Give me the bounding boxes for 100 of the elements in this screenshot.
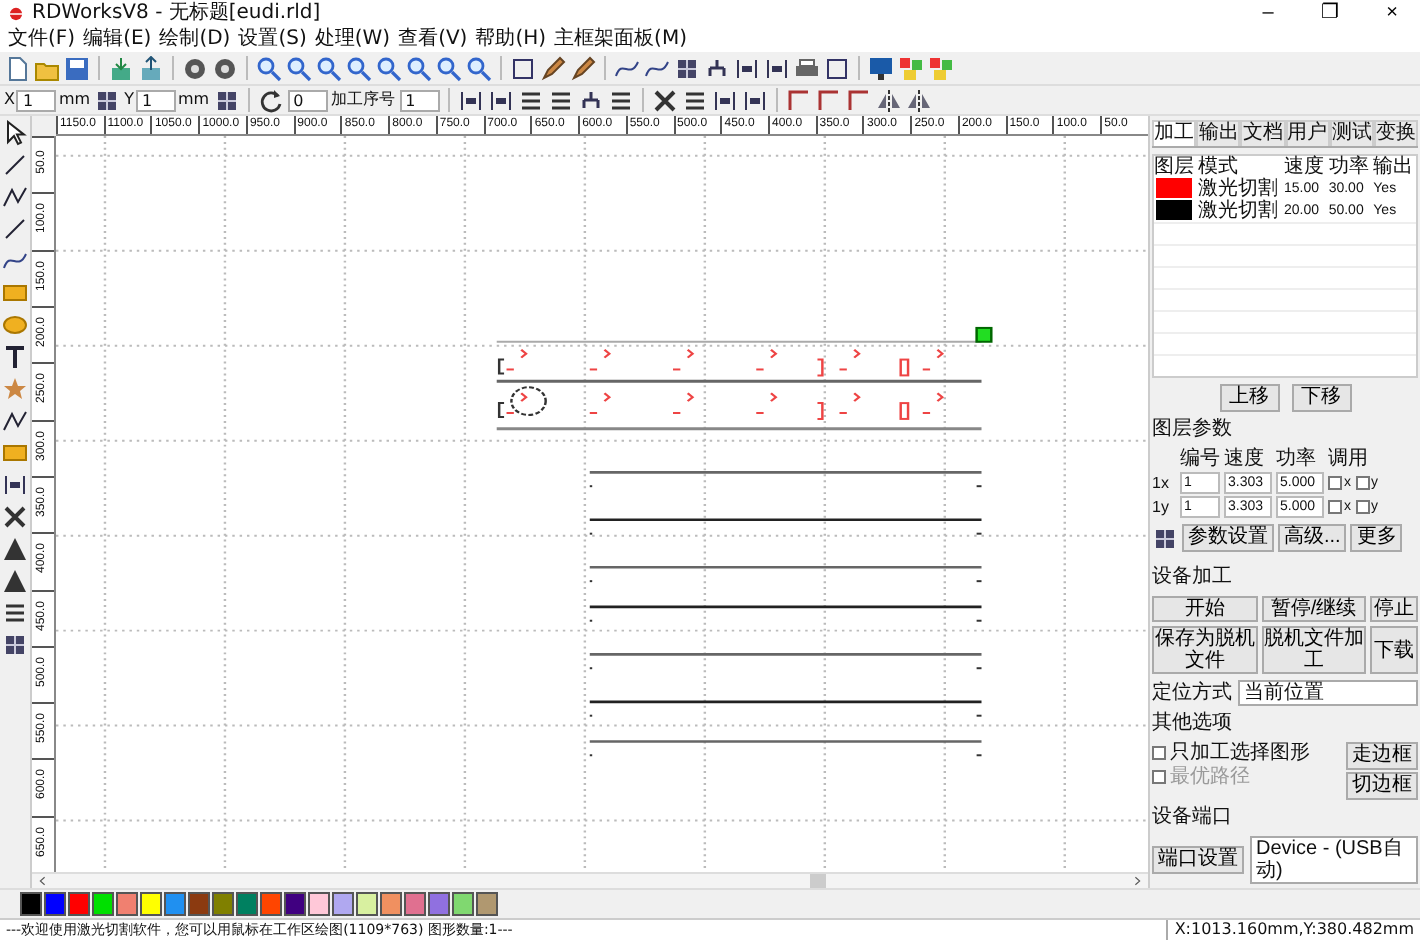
device-button[interactable]: 保存为脱机文件 — [1152, 626, 1257, 674]
align-icon[interactable] — [457, 87, 484, 113]
color-swatch[interactable] — [140, 892, 162, 916]
align-icon[interactable] — [711, 87, 738, 113]
disc-icon[interactable] — [212, 55, 238, 81]
color-swatch[interactable] — [428, 892, 450, 916]
color-swatch[interactable] — [20, 892, 42, 916]
export-icon[interactable] — [138, 55, 164, 81]
maximize-button[interactable]: ❐ — [1302, 1, 1358, 25]
color-swatch[interactable] — [332, 892, 354, 916]
frame-button[interactable]: 走边框 — [1346, 742, 1418, 770]
selection-handle[interactable] — [975, 326, 993, 343]
polyline-icon[interactable] — [2, 408, 28, 434]
color-swatch[interactable] — [356, 892, 378, 916]
panel-tab[interactable]: 测试 — [1329, 120, 1374, 146]
bars-icon[interactable] — [681, 87, 708, 113]
rectangle-icon[interactable] — [2, 280, 28, 306]
move-button[interactable]: 上移 — [1219, 384, 1279, 412]
mirror-icon[interactable] — [905, 87, 932, 113]
close-button[interactable]: × — [1364, 1, 1420, 25]
color-swatch[interactable] — [308, 892, 330, 916]
color-swatch[interactable] — [164, 892, 186, 916]
device-button[interactable]: 开始 — [1152, 596, 1257, 622]
checkbox[interactable] — [1355, 500, 1369, 514]
tree-icon[interactable] — [704, 55, 730, 81]
panel-button[interactable]: 更多 — [1350, 524, 1403, 552]
mirror-icon[interactable] — [875, 87, 902, 113]
input-field[interactable]: 1 — [135, 89, 176, 111]
cross-icon[interactable] — [2, 504, 28, 530]
checkbox[interactable] — [1328, 476, 1342, 490]
align-icon[interactable] — [487, 87, 514, 113]
cross-icon[interactable] — [651, 87, 678, 113]
menu-item[interactable]: 处理(W) — [314, 26, 391, 52]
bars-icon[interactable] — [547, 87, 574, 113]
align-icon[interactable] — [764, 55, 790, 81]
checkbox[interactable] — [1328, 500, 1342, 514]
square-icon[interactable] — [824, 55, 850, 81]
device-button[interactable]: 脱机文件加工 — [1261, 626, 1366, 674]
panel-button[interactable]: 参数设置 — [1182, 524, 1274, 552]
rotate-icon[interactable] — [257, 87, 284, 113]
device-button[interactable]: 停止 — [1370, 596, 1418, 622]
order-field[interactable]: 1 — [399, 89, 440, 111]
colored-blocks-icon[interactable] — [898, 55, 924, 81]
scrollbar-thumb[interactable] — [810, 874, 826, 888]
curve-icon[interactable] — [2, 248, 28, 274]
scroll-right-icon[interactable] — [1130, 874, 1144, 888]
color-swatch[interactable] — [68, 892, 90, 916]
port-dropdown[interactable]: Device - (USB自动) — [1250, 836, 1418, 884]
color-swatch[interactable] — [380, 892, 402, 916]
magnifier-icon[interactable] — [376, 55, 402, 81]
bars-icon[interactable] — [607, 87, 634, 113]
printer-icon[interactable] — [794, 55, 820, 81]
menu-item[interactable]: 文件(F) — [8, 26, 76, 52]
menu-item[interactable]: 主框架面板(M) — [554, 26, 687, 52]
save-icon[interactable] — [64, 55, 90, 81]
device-button[interactable]: 下载 — [1370, 626, 1418, 674]
layer-color-swatch[interactable] — [1156, 178, 1192, 198]
color-swatch[interactable] — [44, 892, 66, 916]
panel-tab[interactable]: 输出 — [1196, 120, 1241, 146]
panel-button[interactable]: 高级... — [1278, 524, 1347, 552]
layer-color-swatch[interactable] — [1156, 200, 1192, 220]
panel-tab[interactable]: 变换 — [1373, 120, 1419, 146]
bars-icon[interactable] — [2, 600, 28, 626]
align-icon[interactable] — [734, 55, 760, 81]
position-dropdown[interactable]: 当前位置 — [1238, 680, 1418, 706]
panel-tab[interactable]: 用户 — [1285, 120, 1330, 146]
menu-item[interactable]: 绘制(D) — [159, 26, 231, 52]
checkbox[interactable] — [1355, 476, 1369, 490]
triangle-icon[interactable] — [2, 536, 28, 562]
align-icon[interactable] — [2, 472, 28, 498]
grid-icon[interactable] — [213, 87, 240, 113]
panel-tab[interactable]: 加工 — [1152, 120, 1197, 146]
minimize-button[interactable]: – — [1240, 1, 1296, 25]
colored-blocks-icon[interactable] — [928, 55, 954, 81]
menu-item[interactable]: 编辑(E) — [83, 26, 152, 52]
polyline-icon[interactable] — [2, 184, 28, 210]
line-icon[interactable] — [2, 216, 28, 242]
panel-tab[interactable]: 文档 — [1240, 120, 1286, 146]
color-swatch[interactable] — [284, 892, 306, 916]
text-tool-icon[interactable] — [2, 344, 28, 370]
magnifier-icon[interactable] — [256, 55, 282, 81]
color-swatch[interactable] — [404, 892, 426, 916]
triangle-icon[interactable] — [2, 568, 28, 594]
angle-field[interactable]: 0 — [287, 89, 328, 111]
color-swatch[interactable] — [260, 892, 282, 916]
color-swatch[interactable] — [476, 892, 498, 916]
grid-icon[interactable] — [674, 55, 700, 81]
magnifier-icon[interactable] — [406, 55, 432, 81]
magnifier-icon[interactable] — [466, 55, 492, 81]
disc-icon[interactable] — [182, 55, 208, 81]
pointer-icon[interactable] — [2, 120, 28, 146]
corner-icon[interactable] — [815, 87, 842, 113]
menu-item[interactable]: 查看(V) — [398, 26, 468, 52]
grid-icon[interactable] — [2, 632, 28, 658]
scroll-left-icon[interactable] — [36, 874, 50, 888]
option-checkbox[interactable]: 只加工选择图形 — [1152, 742, 1310, 764]
device-button[interactable]: 暂停/继续 — [1261, 596, 1366, 622]
align-icon[interactable] — [741, 87, 768, 113]
menu-item[interactable]: 帮助(H) — [475, 26, 547, 52]
color-swatch[interactable] — [92, 892, 114, 916]
